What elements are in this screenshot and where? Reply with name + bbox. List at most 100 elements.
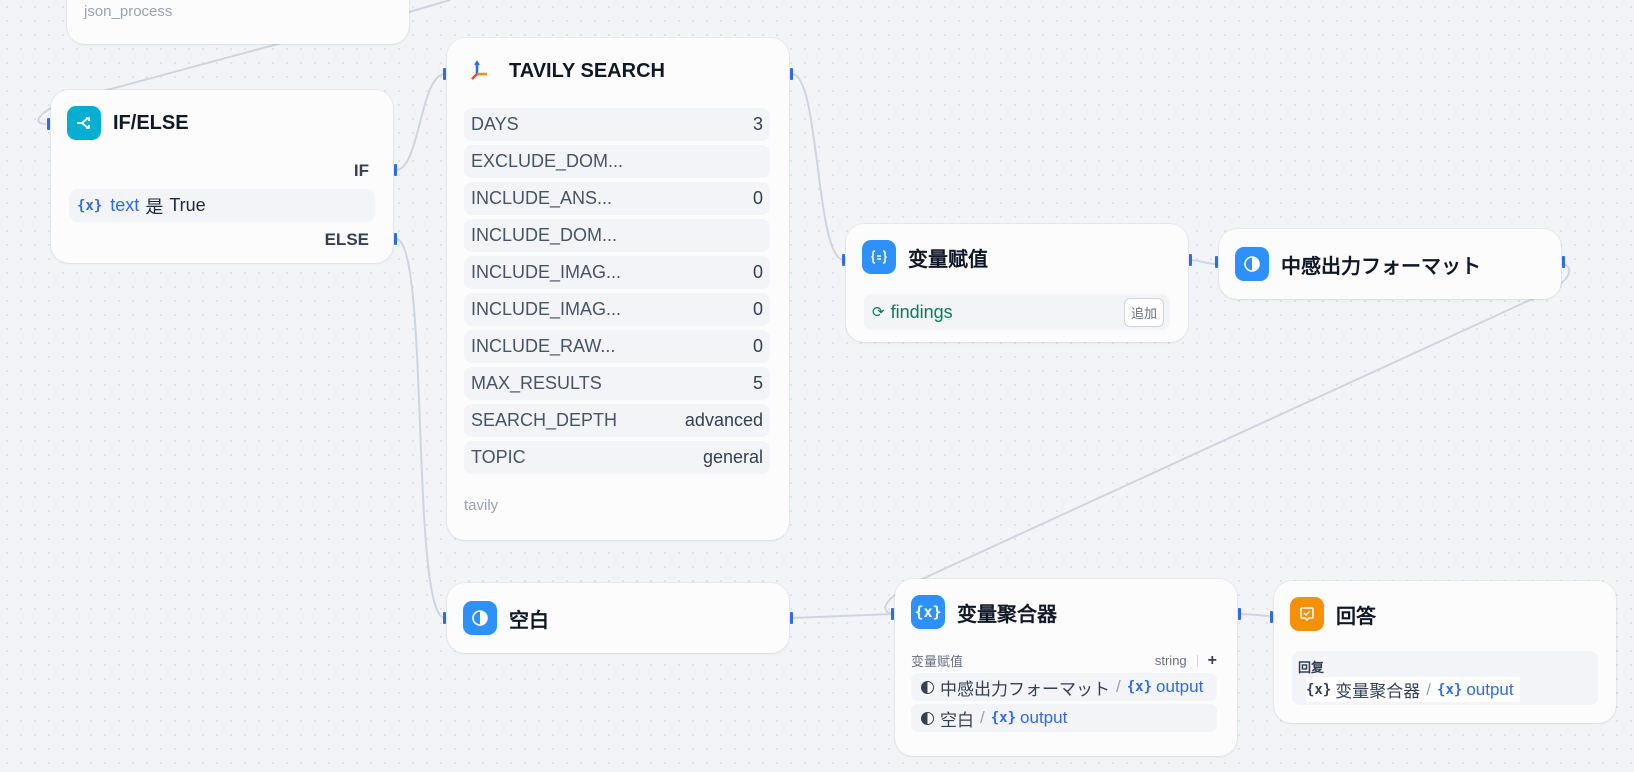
edge-assign-to-format <box>1189 259 1218 265</box>
if-output-handle[interactable] <box>394 164 397 176</box>
group-header: 变量赋值 string + <box>911 651 1217 670</box>
assigned-variable-name: findings <box>890 301 953 322</box>
divider <box>1196 654 1198 667</box>
output-type: string <box>1154 653 1187 668</box>
input-handle[interactable] <box>891 608 894 620</box>
param-row: INCLUDE_DOM... <box>464 219 770 252</box>
half-circle-icon <box>921 711 934 725</box>
half-circle-icon <box>1235 247 1269 281</box>
variable-icon: {x} <box>990 710 1017 726</box>
output-handle[interactable] <box>790 68 793 80</box>
aggregated-variable-row[interactable]: 空白 / {x} output <box>911 704 1217 732</box>
condition-operator: 是 <box>145 196 164 217</box>
param-value: 0 <box>752 262 763 282</box>
node-title: TAVILY SEARCH <box>509 59 665 82</box>
input-handle[interactable] <box>443 612 446 624</box>
param-list: DAYS 3 EXCLUDE_DOM... INCLUDE_ANS... 0 INC… <box>464 108 770 478</box>
variable-icon: {x} <box>1126 679 1153 695</box>
variable-aggregator-node[interactable]: {x} 变量聚合器 变量赋值 string + 中感出力フォーマット / {x}… <box>891 579 1241 756</box>
source-variable: output <box>1156 677 1204 696</box>
add-variable-button[interactable]: + <box>1208 652 1217 670</box>
condition-row[interactable]: {x} text 是 True <box>69 189 375 222</box>
input-handle[interactable] <box>1270 611 1273 623</box>
variable-icon: {x} <box>911 595 945 629</box>
answer-content-box[interactable]: 回复 {x} 变量聚合器 / {x} output <box>1292 651 1598 705</box>
answer-icon <box>1290 597 1324 631</box>
blank-node[interactable]: 空白 <box>443 583 793 653</box>
param-name: EXCLUDE_DOM... <box>471 151 624 171</box>
node-title: 回答 <box>1336 605 1376 628</box>
edge-tavily-to-assign <box>791 73 845 261</box>
node-type-label: json_process <box>84 3 173 20</box>
node-title: IF/ELSE <box>113 111 189 134</box>
variable-reference: {x} 变量聚合器 / {x} output <box>1306 677 1520 702</box>
param-row: DAYS 3 <box>464 108 770 141</box>
node-title: 变量聚合器 <box>957 603 1057 626</box>
param-row: INCLUDE_ANS... 0 <box>464 182 770 215</box>
param-name: INCLUDE_IMAG... <box>471 262 622 282</box>
param-value: 3 <box>752 114 763 134</box>
write-mode-badge: 追加 <box>1123 297 1164 327</box>
ifelse-node[interactable]: IF/ELSE IF {x} text 是 True ELSE <box>47 90 397 263</box>
variable-assign-node[interactable]: 变量赋值 ⟳ findings 追加 <box>842 224 1192 342</box>
json-process-node[interactable]: json_process <box>67 0 409 44</box>
assign-icon <box>862 240 896 274</box>
param-name: SEARCH_DEPTH <box>471 410 618 430</box>
assigned-variable-row[interactable]: ⟳ findings 追加 <box>864 294 1170 330</box>
param-row: EXCLUDE_DOM... <box>464 145 770 178</box>
output-handle[interactable] <box>1238 608 1241 620</box>
param-value: 5 <box>752 373 763 393</box>
output-handle[interactable] <box>1189 254 1192 266</box>
reference-variable: output <box>1466 679 1514 699</box>
param-value: advanced <box>684 410 763 430</box>
edge-blank-to-agg <box>790 613 894 619</box>
input-handle[interactable] <box>1215 256 1218 268</box>
edge-agg-to-answer <box>1238 613 1273 617</box>
answer-node[interactable]: 回答 回复 {x} 变量聚合器 / {x} output <box>1270 581 1616 723</box>
else-branch-label: ELSE <box>324 230 369 249</box>
source-node-name: 空白 <box>940 710 974 730</box>
param-row: INCLUDE_RAW... 0 <box>464 330 770 363</box>
path-separator: / <box>980 708 985 727</box>
output-handle[interactable] <box>790 612 793 624</box>
provider-label: tavily <box>464 497 499 514</box>
format-output-node[interactable]: 中感出力フォーマット <box>1215 229 1565 299</box>
param-name: TOPIC <box>471 447 526 467</box>
variable-icon: {x} <box>1437 681 1463 698</box>
output-handle[interactable] <box>1562 256 1565 268</box>
param-name: INCLUDE_ANS... <box>471 188 613 208</box>
param-name: INCLUDE_RAW... <box>471 336 616 356</box>
if-branch-label: IF <box>353 161 369 180</box>
half-circle-icon <box>921 680 934 694</box>
param-value: 0 <box>752 336 763 356</box>
group-label: 变量赋值 <box>911 654 964 669</box>
aggregated-variable-row[interactable]: 中感出力フォーマット / {x} output <box>911 673 1217 701</box>
param-name: MAX_RESULTS <box>471 373 602 393</box>
branch-icon <box>67 106 101 140</box>
edge-if-to-tavily <box>395 73 446 171</box>
tavily-logo-icon <box>463 54 497 88</box>
param-row: TOPIC general <box>464 441 770 474</box>
condition-variable: text <box>110 195 140 215</box>
half-circle-icon <box>463 601 497 635</box>
path-separator: / <box>1426 679 1432 699</box>
input-handle[interactable] <box>842 254 845 266</box>
variable-icon: {x} <box>1306 681 1332 698</box>
edge-else-to-blank <box>395 238 446 619</box>
input-handle[interactable] <box>443 68 446 80</box>
node-title: 变量赋值 <box>908 248 988 271</box>
param-row: MAX_RESULTS 5 <box>464 367 770 400</box>
param-name: INCLUDE_IMAG... <box>471 299 622 319</box>
variable-icon: {x} <box>77 197 103 214</box>
param-row: SEARCH_DEPTH advanced <box>464 404 770 437</box>
source-variable: output <box>1020 708 1068 727</box>
param-name: DAYS <box>471 114 519 134</box>
param-value: 0 <box>752 299 763 319</box>
param-value: 0 <box>752 188 763 208</box>
tavily-search-node[interactable]: TAVILY SEARCH DAYS 3 EXCLUDE_DOM... INCLU… <box>443 38 793 540</box>
else-output-handle[interactable] <box>394 233 397 245</box>
edge-json-out <box>408 0 451 13</box>
node-title: 空白 <box>509 609 549 632</box>
reference-node: 变量聚合器 <box>1335 682 1421 701</box>
input-handle[interactable] <box>47 118 50 130</box>
